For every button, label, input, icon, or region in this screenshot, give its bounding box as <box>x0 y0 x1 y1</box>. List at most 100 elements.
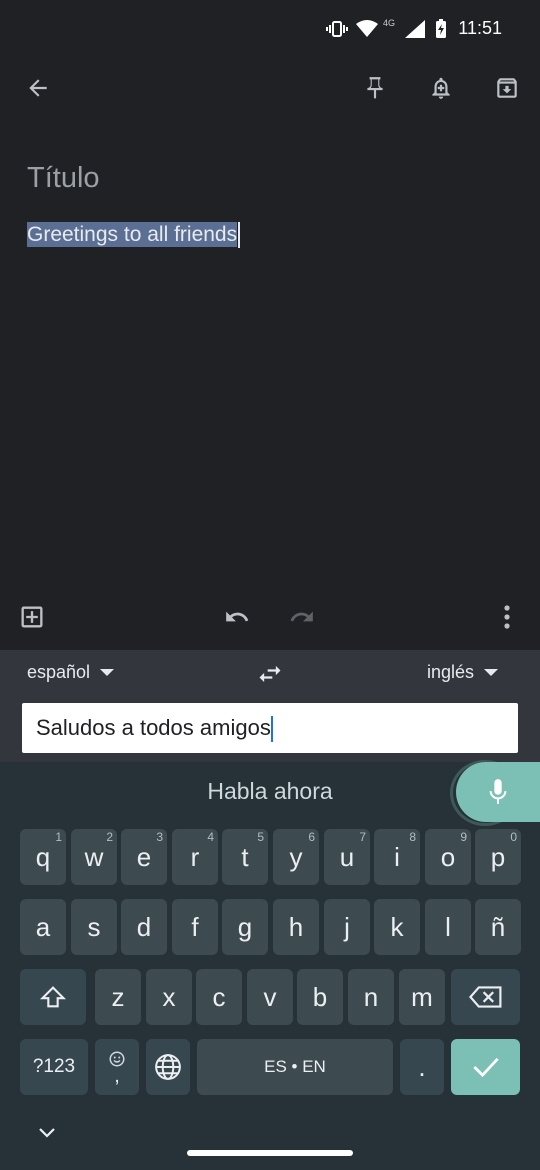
add-box-icon[interactable] <box>10 595 54 639</box>
key-ñ[interactable]: ñ <box>475 899 521 955</box>
home-indicator[interactable] <box>187 1150 353 1156</box>
key-label: a <box>35 911 51 942</box>
key-label: h <box>288 911 304 942</box>
wifi-icon <box>356 18 378 40</box>
key-hint: 1 <box>55 830 62 844</box>
emoji-comma-key[interactable]: , <box>95 1039 139 1095</box>
key-label: k <box>390 911 404 942</box>
more-vert-icon[interactable] <box>485 595 529 639</box>
key-d[interactable]: d <box>121 899 167 955</box>
key-label: r <box>190 841 200 872</box>
key-k[interactable]: k <box>374 899 420 955</box>
battery-charging-icon <box>434 18 448 40</box>
key-u[interactable]: u7 <box>324 829 370 885</box>
key-e[interactable]: e3 <box>121 829 167 885</box>
language-switch-key[interactable] <box>146 1039 190 1095</box>
key-label: w <box>84 841 104 872</box>
key-j[interactable]: j <box>324 899 370 955</box>
space-key[interactable]: ES • EN <box>197 1039 393 1095</box>
key-hint: 4 <box>207 830 214 844</box>
reminder-icon[interactable] <box>417 64 465 112</box>
key-label: e <box>136 841 152 872</box>
enter-check-key[interactable] <box>451 1039 520 1095</box>
note-body-field[interactable]: Greetings to all friends <box>27 221 241 248</box>
key-c[interactable]: c <box>196 969 242 1025</box>
globe-icon <box>155 1054 181 1080</box>
check-icon <box>472 1057 499 1078</box>
backspace-icon <box>468 986 501 1008</box>
swap-languages-icon[interactable] <box>255 660 285 688</box>
dropdown-arrow-icon <box>484 669 499 676</box>
key-y[interactable]: y6 <box>273 829 319 885</box>
key-label: o <box>440 841 456 872</box>
key-label: t <box>241 841 249 872</box>
note-title-field[interactable]: Título <box>27 162 100 195</box>
target-language-label: inglés <box>427 662 475 682</box>
key-label: i <box>394 841 400 872</box>
key-hint: 8 <box>409 830 416 844</box>
translate-input[interactable]: Saludos a todos amigos <box>22 703 518 753</box>
key-label: x <box>162 981 176 1012</box>
mic-button[interactable] <box>456 762 540 822</box>
key-p[interactable]: p0 <box>475 829 521 885</box>
backspace-key[interactable] <box>451 969 520 1025</box>
network-type: 4G <box>383 18 396 28</box>
key-v[interactable]: v <box>247 969 293 1025</box>
key-label: l <box>445 911 451 942</box>
back-arrow-icon[interactable] <box>14 64 62 112</box>
hide-keyboard-icon[interactable] <box>38 1126 58 1146</box>
key-x[interactable]: x <box>146 969 192 1025</box>
selected-text: Greetings to all friends <box>27 221 238 247</box>
key-hint: 5 <box>257 830 264 844</box>
key-r[interactable]: r4 <box>172 829 218 885</box>
key-n[interactable]: n <box>348 969 394 1025</box>
key-hint: 9 <box>460 830 467 844</box>
key-hint: 2 <box>106 830 113 844</box>
key-label: y <box>289 841 303 872</box>
redo-icon[interactable] <box>280 595 324 639</box>
key-w[interactable]: w2 <box>71 829 117 885</box>
key-s[interactable]: s <box>71 899 117 955</box>
undo-icon[interactable] <box>215 595 259 639</box>
key-h[interactable]: h <box>273 899 319 955</box>
signal-icon <box>404 18 426 40</box>
key-label: p <box>490 841 506 872</box>
key-l[interactable]: l <box>425 899 471 955</box>
target-language-dropdown[interactable]: inglés <box>427 662 499 683</box>
comma-label: , <box>114 1065 120 1087</box>
key-label: q <box>35 841 51 872</box>
key-o[interactable]: o9 <box>425 829 471 885</box>
key-m[interactable]: m <box>399 969 445 1025</box>
navigation-bar <box>0 1105 540 1170</box>
input-caret <box>270 716 273 743</box>
key-label: j <box>344 911 350 942</box>
key-label: v <box>263 981 277 1012</box>
archive-icon[interactable] <box>483 64 531 112</box>
shift-key[interactable] <box>20 969 86 1025</box>
mic-icon <box>489 779 507 804</box>
key-g[interactable]: g <box>222 899 268 955</box>
key-label: c <box>212 981 226 1012</box>
key-label: ñ <box>490 911 506 942</box>
pin-icon[interactable] <box>351 64 399 112</box>
key-t[interactable]: t5 <box>222 829 268 885</box>
key-label: d <box>136 911 152 942</box>
period-key[interactable]: . <box>400 1039 444 1095</box>
key-f[interactable]: f <box>172 899 218 955</box>
key-label: n <box>363 981 379 1012</box>
shift-icon <box>39 986 67 1008</box>
text-caret <box>238 222 241 248</box>
key-label: u <box>339 841 355 872</box>
key-hint: 3 <box>156 830 163 844</box>
dropdown-arrow-icon <box>100 669 115 676</box>
source-language-dropdown[interactable]: español <box>27 662 115 683</box>
key-a[interactable]: a <box>20 899 66 955</box>
key-b[interactable]: b <box>297 969 343 1025</box>
key-label: f <box>191 911 199 942</box>
vibrate-icon <box>326 18 348 40</box>
key-label: m <box>411 981 433 1012</box>
key-i[interactable]: i8 <box>374 829 420 885</box>
key-z[interactable]: z <box>95 969 141 1025</box>
key-q[interactable]: q1 <box>20 829 66 885</box>
symbols-key[interactable]: ?123 <box>20 1039 88 1095</box>
